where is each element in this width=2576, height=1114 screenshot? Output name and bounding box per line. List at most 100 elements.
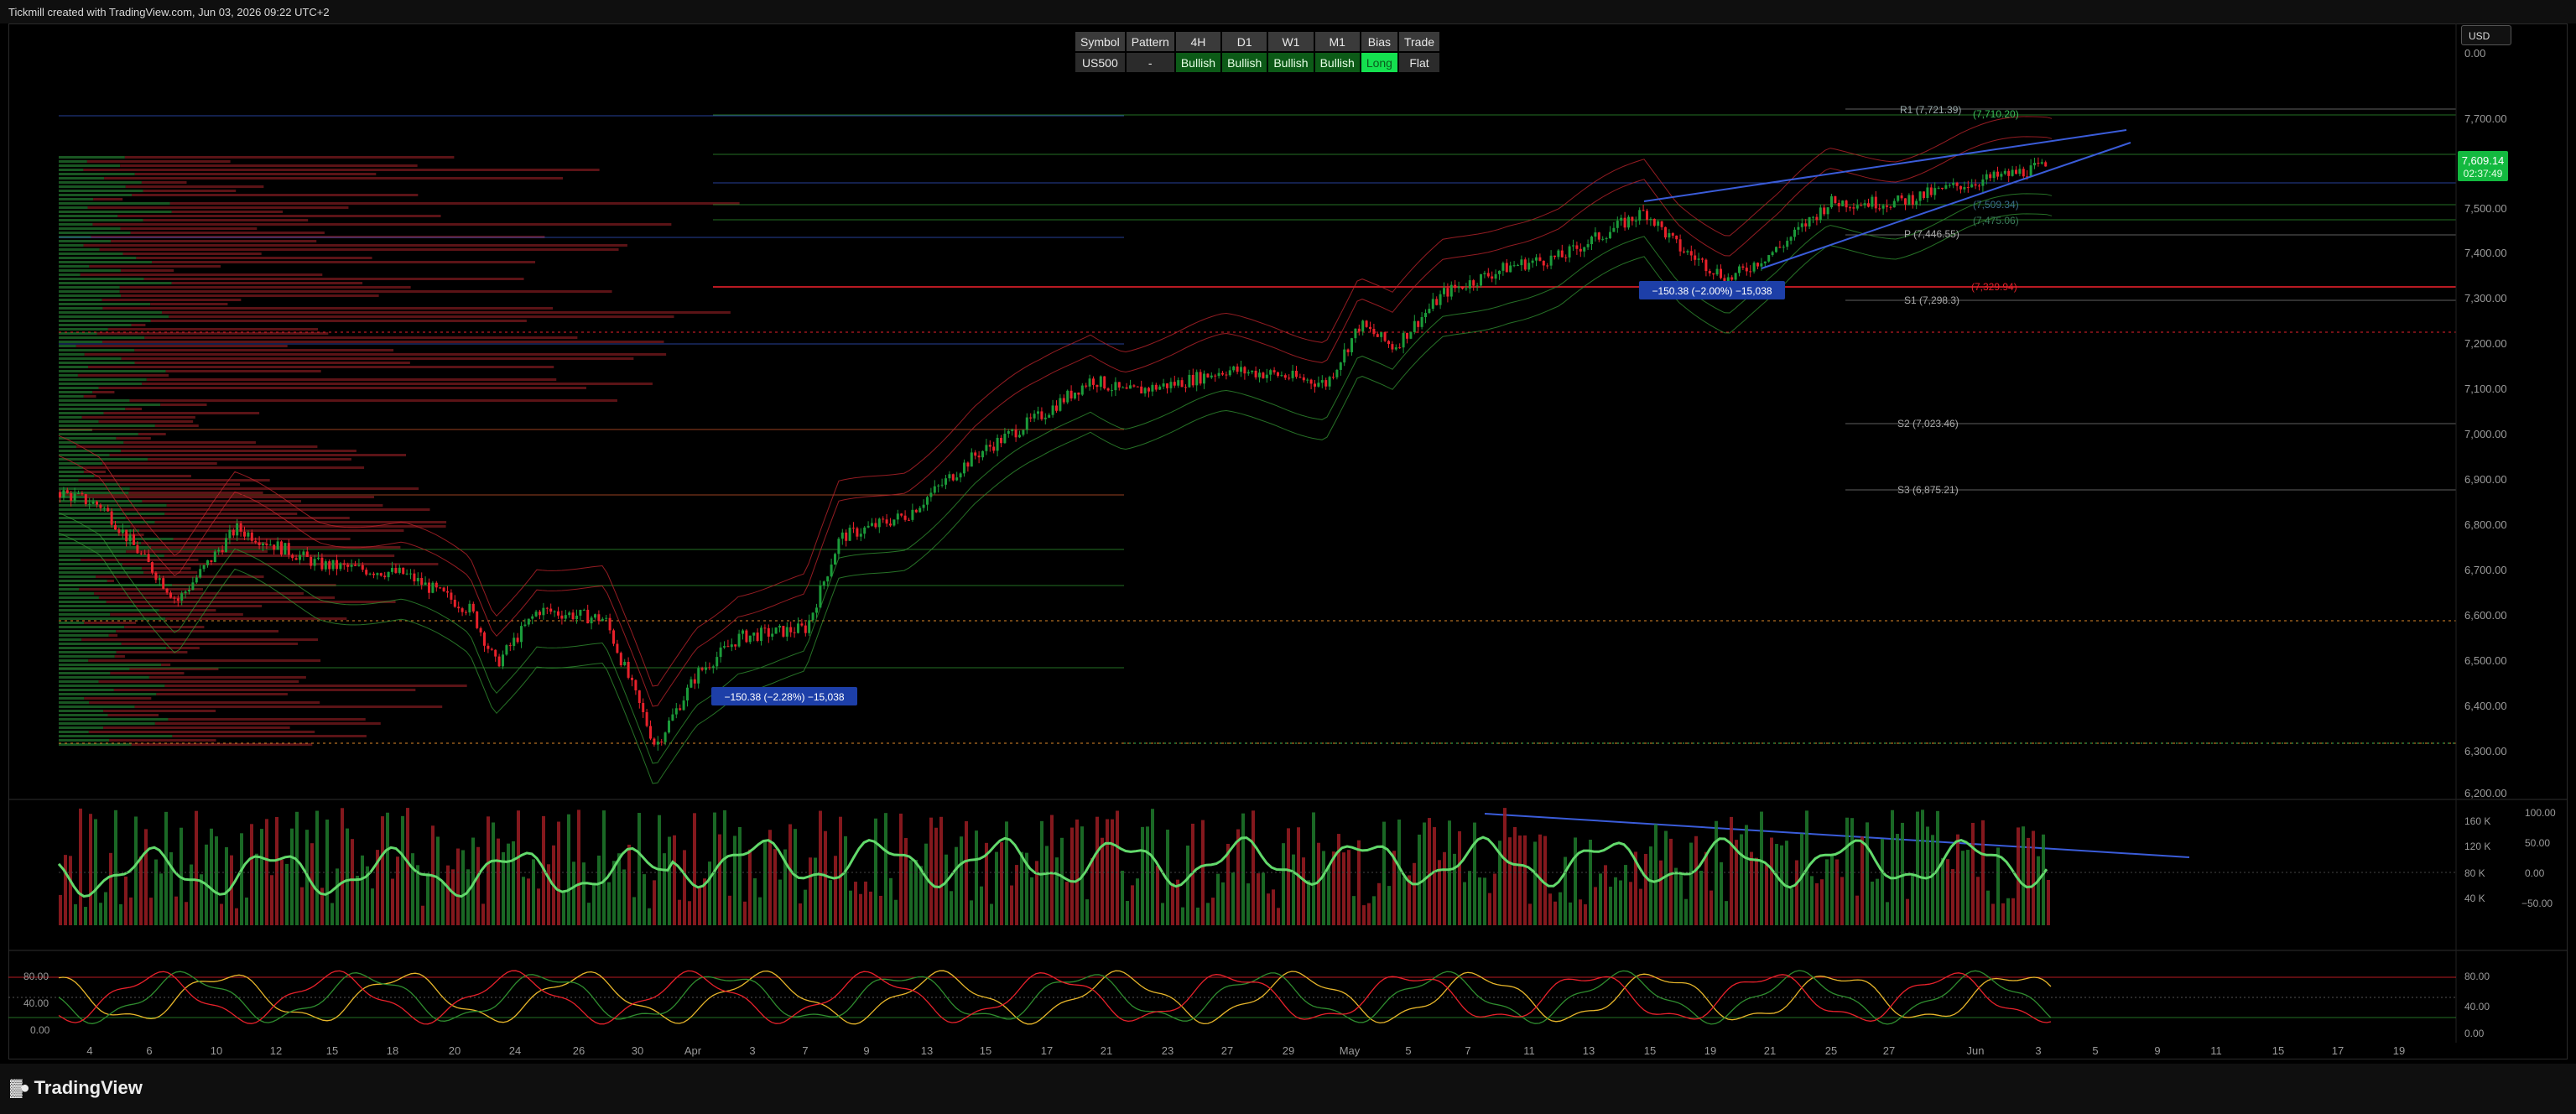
volume-bar xyxy=(688,901,691,925)
candle-body xyxy=(320,557,324,570)
volume-profile-bar xyxy=(134,362,410,364)
volume-profile-bar xyxy=(166,504,383,507)
volume-bar xyxy=(1312,812,1315,925)
candle-body xyxy=(1069,390,1073,398)
candle-body xyxy=(1029,417,1033,419)
volume-profile-bar xyxy=(59,714,108,716)
candle-body xyxy=(420,577,424,586)
volume-bar xyxy=(1307,880,1310,925)
candle-body xyxy=(1283,375,1287,378)
candle-body xyxy=(1449,284,1453,297)
volume-bar xyxy=(960,836,963,925)
currency-selector[interactable]: USD xyxy=(2461,25,2511,45)
candle-body xyxy=(268,544,272,546)
volume-bar xyxy=(597,855,601,925)
volume-profile-bar xyxy=(59,739,110,742)
time-tick: 18 xyxy=(387,1044,398,1057)
candle-body xyxy=(671,714,674,721)
volume-bar xyxy=(2032,830,2035,925)
volume-bar xyxy=(1896,834,1899,925)
volume-profile-bar xyxy=(59,403,161,406)
volume-bar xyxy=(1030,877,1033,925)
candle-body xyxy=(1874,196,1877,209)
volume-profile-bar xyxy=(59,521,155,523)
candle-body xyxy=(1350,338,1353,352)
volume-profile-bar xyxy=(59,613,111,616)
price-tick: 6,600.00 xyxy=(2464,609,2507,622)
volume-bar xyxy=(1876,878,1879,925)
volume-bar xyxy=(1428,818,1431,925)
chart-canvas[interactable]: R1 (7,721.39) (7,710.20) (7,509.34) (7,4… xyxy=(0,0,2576,1064)
volume-profile-bar xyxy=(107,714,159,716)
candle-body xyxy=(1535,257,1538,261)
volume-profile-bar xyxy=(59,357,122,360)
volume-profile-bar xyxy=(103,726,290,729)
price-tick: 7,500.00 xyxy=(2464,202,2507,215)
volume-bar xyxy=(1599,873,1602,925)
price-tick: 7,400.00 xyxy=(2464,247,2507,259)
candle-body xyxy=(287,543,290,555)
volume-bar xyxy=(1906,898,1909,925)
volume-bar xyxy=(1035,861,1038,925)
volume-bar xyxy=(356,876,359,925)
candle-body xyxy=(705,667,707,670)
volume-bar xyxy=(421,905,424,925)
volume-bar xyxy=(1961,851,1965,925)
volume-profile-bar xyxy=(96,575,264,578)
candle-body xyxy=(542,607,545,616)
volume-bar xyxy=(2037,856,2040,925)
candle-body xyxy=(176,598,180,601)
osc-tick: 50.00 xyxy=(2525,837,2550,849)
volume-bar xyxy=(768,830,772,925)
candle-body xyxy=(1549,255,1553,266)
candle-body xyxy=(1605,238,1608,240)
volume-bar xyxy=(1518,836,1522,925)
candle-body xyxy=(502,654,504,667)
volume-bar xyxy=(1508,837,1512,925)
candle-body xyxy=(1701,258,1704,260)
volume-profile-bar xyxy=(88,731,315,733)
volume-profile-bar xyxy=(59,173,135,175)
candle-body xyxy=(1055,405,1058,411)
candle-body xyxy=(859,534,862,537)
volume-bar xyxy=(1146,826,1149,925)
candle-body xyxy=(919,508,922,513)
candle-body xyxy=(1357,328,1361,332)
candle-body xyxy=(73,493,76,501)
candle-body xyxy=(523,624,527,627)
candle-body xyxy=(1173,382,1176,386)
tradingview-logo[interactable]: ▓● TradingView xyxy=(10,1077,143,1099)
volume-profile-bar xyxy=(99,248,619,251)
volume-profile-bar xyxy=(59,634,109,637)
candle-body xyxy=(1834,195,1837,203)
candle-body xyxy=(365,570,368,575)
candle-body xyxy=(331,560,335,570)
candle-body xyxy=(1040,411,1043,419)
volume-bar xyxy=(396,856,399,925)
volume-bar xyxy=(492,822,495,925)
candle-body xyxy=(1815,216,1819,221)
volume-profile-bar xyxy=(103,412,260,414)
candle-body xyxy=(453,599,456,607)
candle-body xyxy=(1867,203,1870,207)
time-tick: 3 xyxy=(749,1044,755,1057)
candle-body xyxy=(830,565,833,577)
volume-profile-bar xyxy=(59,269,122,272)
volume-bar xyxy=(386,812,389,925)
volume-bar xyxy=(149,898,153,925)
volume-bar xyxy=(939,816,943,925)
volume-bar xyxy=(1513,826,1517,925)
candle-body xyxy=(2037,163,2040,164)
volume-bar xyxy=(1332,851,1335,925)
volume-profile-bar xyxy=(59,211,172,213)
price-tick: 7,300.00 xyxy=(2464,292,2507,305)
time-axis[interactable]: 4 6 10 12 15 18 20 24 26 30 Apr 3 7 9 13 15 17 21 23 27 29 Ma… xyxy=(86,1044,2405,1057)
volume-bar xyxy=(381,816,384,925)
volume-profile-bar xyxy=(59,399,130,402)
candle-body xyxy=(1575,245,1579,249)
volume-bar xyxy=(1523,835,1527,925)
candle-body xyxy=(372,573,375,575)
volume-bar xyxy=(582,862,585,925)
candle-body xyxy=(191,582,195,591)
volume-bar xyxy=(1292,854,1295,925)
